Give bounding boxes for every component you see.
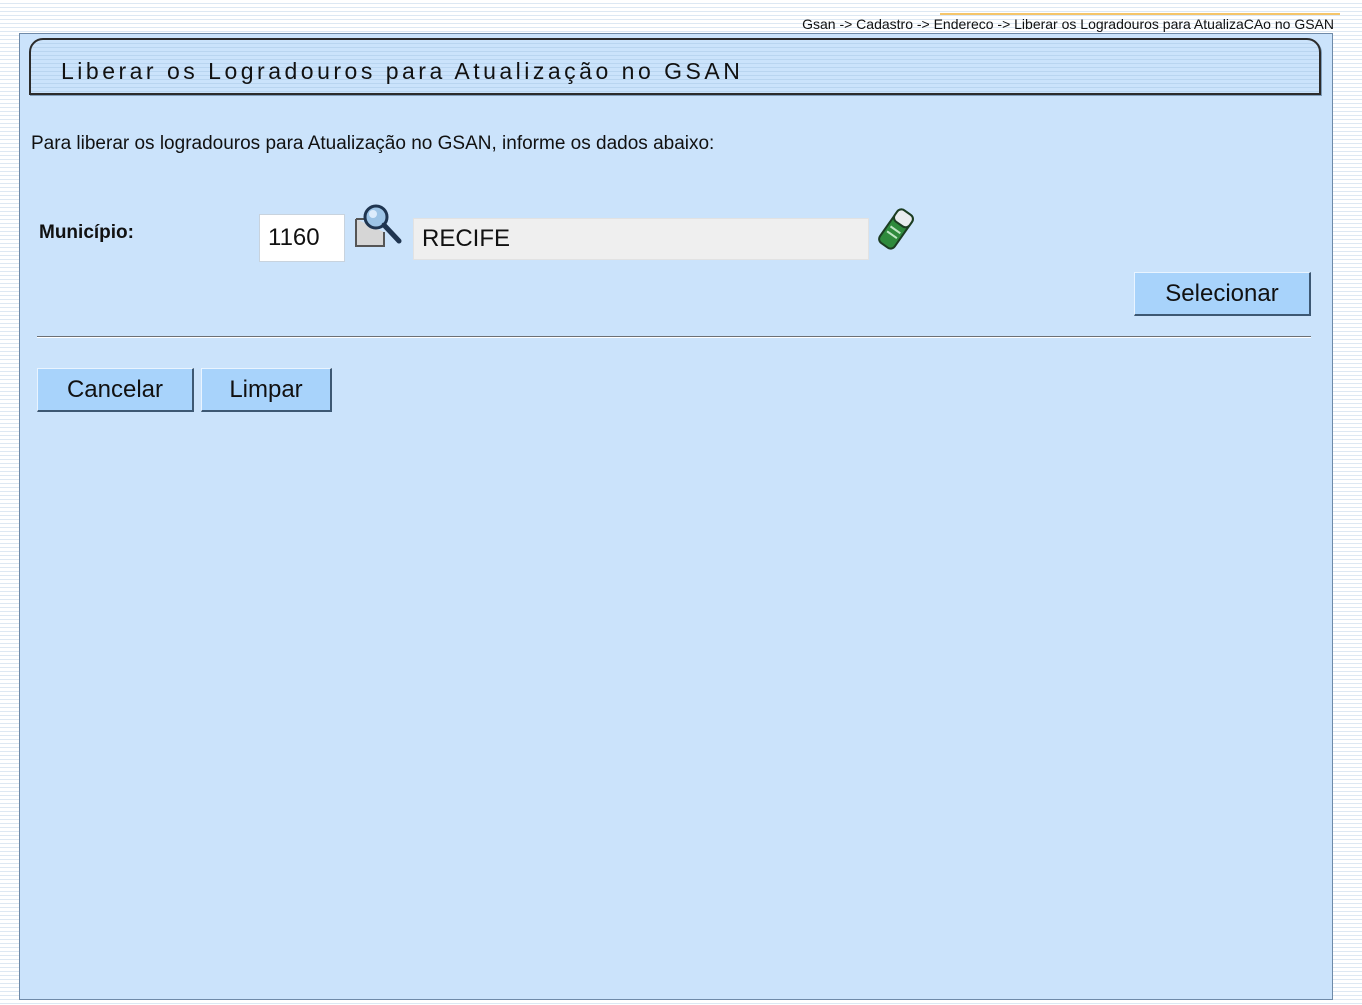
- divider: [37, 336, 1311, 338]
- breadcrumb: Gsan -> Cadastro -> Endereco -> Liberar …: [802, 16, 1334, 32]
- eraser-icon[interactable]: [875, 206, 917, 252]
- cancel-button[interactable]: Cancelar: [37, 368, 194, 412]
- intro-text: Para liberar os logradouros para Atualiz…: [31, 133, 715, 154]
- municipio-label: Município:: [39, 222, 134, 243]
- magnifier-search-icon[interactable]: [353, 202, 407, 250]
- selecionar-button[interactable]: Selecionar: [1134, 272, 1311, 316]
- header-accent-line: [940, 13, 1340, 15]
- main-panel: Liberar os Logradouros para Atualização …: [19, 33, 1333, 1000]
- clear-button[interactable]: Limpar: [201, 368, 332, 412]
- title-bar: Liberar os Logradouros para Atualização …: [29, 38, 1321, 95]
- municipio-name-field: [413, 218, 869, 260]
- municipio-code-input[interactable]: [259, 214, 345, 262]
- page-title: Liberar os Logradouros para Atualização …: [61, 58, 744, 84]
